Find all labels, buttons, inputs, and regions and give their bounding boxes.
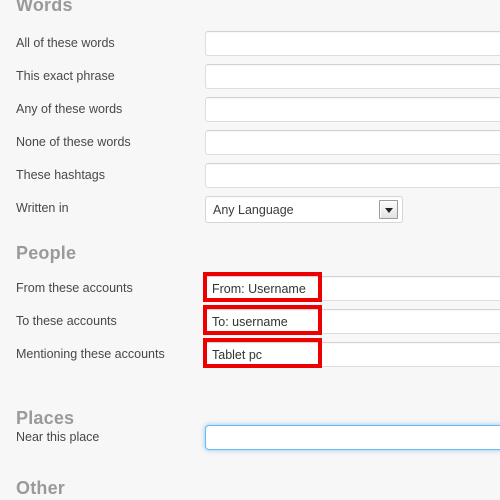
label-from-these-accounts: From these accounts [16,281,133,295]
label-any-of-these-words: Any of these words [16,102,123,116]
select-written-in-value: Any Language [213,203,294,217]
section-heading-words: Words [16,0,73,15]
label-this-exact-phrase: This exact phrase [16,69,115,83]
label-mentioning-these-accounts: Mentioning these accounts [16,347,165,361]
form-row-mentioning-these-accounts: Mentioning these accounts [0,342,500,368]
select-written-in[interactable]: Any Language [205,196,403,223]
input-these-hashtags[interactable] [205,163,500,188]
input-from-these-accounts[interactable] [205,276,500,301]
form-row-to-these-accounts: To these accounts [0,309,500,335]
label-to-these-accounts: To these accounts [16,314,117,328]
form-row-any-of-these-words: Any of these words [0,97,500,123]
form-row-written-in: Written in Any Language [0,196,500,223]
form-row-all-of-these-words: All of these words [0,31,500,57]
label-written-in: Written in [16,201,69,215]
input-all-of-these-words[interactable] [205,31,500,56]
chevron-down-icon[interactable] [379,200,398,219]
form-row-from-these-accounts: From these accounts [0,276,500,302]
input-mentioning-these-accounts[interactable] [205,342,500,367]
section-heading-people: People [16,243,77,263]
input-this-exact-phrase[interactable] [205,64,500,89]
form-row-this-exact-phrase: This exact phrase [0,64,500,90]
input-none-of-these-words[interactable] [205,130,500,155]
form-row-none-of-these-words: None of these words [0,130,500,156]
form-row-these-hashtags: These hashtags [0,163,500,189]
input-any-of-these-words[interactable] [205,97,500,122]
label-all-of-these-words: All of these words [16,36,115,50]
input-to-these-accounts[interactable] [205,309,500,334]
triangle-glyph [384,207,393,213]
label-none-of-these-words: None of these words [16,135,131,149]
form-row-near-this-place: Near this place [0,425,500,451]
label-near-this-place: Near this place [16,430,100,444]
label-these-hashtags: These hashtags [16,168,105,182]
input-near-this-place[interactable] [205,425,500,450]
section-heading-other: Other [16,478,66,498]
advanced-search-form: Words All of these words This exact phra… [0,0,500,500]
